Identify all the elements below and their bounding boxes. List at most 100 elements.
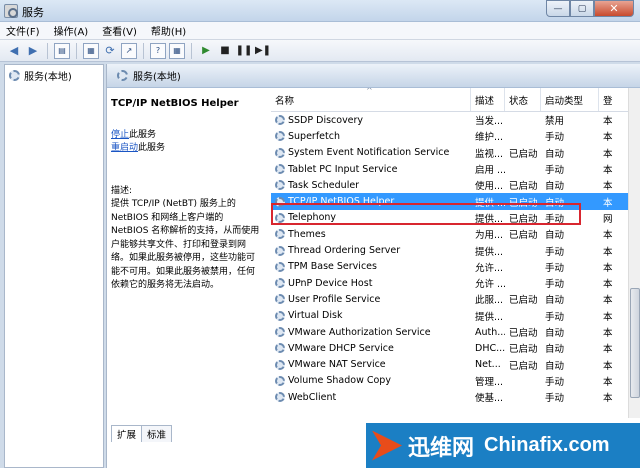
service-name-cell: TPM Base Services — [271, 261, 471, 272]
service-name: Thread Ordering Server — [288, 245, 401, 257]
menu-view[interactable]: 查看(V) — [102, 23, 137, 38]
service-row[interactable]: User Profile Service 此服... 已启动 自动本 — [271, 291, 640, 307]
description-line: 能不可用。如果此服务被禁用，任何 — [111, 266, 256, 277]
description-line: 户能够共享文件、打印和登录到网 — [111, 239, 247, 250]
service-name: VMware Authorization Service — [288, 326, 431, 338]
service-row[interactable]: WebClient 使基... 手动本 — [271, 389, 640, 405]
service-detail-name: TCP/IP NetBIOS Helper — [111, 98, 239, 109]
service-startup-type-cell: 手动 — [545, 262, 565, 274]
maximize-button[interactable]: ▢ — [570, 0, 594, 17]
service-description-cell: 允许... — [475, 262, 504, 274]
service-name-cell: Themes — [271, 229, 471, 240]
pause-icon[interactable]: ❚❚ — [236, 43, 253, 59]
service-row[interactable]: Thread Ordering Server 提供... 手动本 — [271, 242, 640, 258]
gear-icon — [275, 294, 285, 305]
stop-action: 停止此服务 — [111, 129, 267, 142]
service-description-cell: Net... — [475, 359, 501, 371]
properties-icon[interactable]: ▦ — [83, 42, 99, 59]
vertical-scrollbar[interactable] — [628, 88, 640, 418]
service-name-cell: User Profile Service — [271, 294, 471, 305]
service-row[interactable]: Tablet PC Input Service 启用 ... 手动本 — [271, 161, 640, 177]
toolbar: ◀ ▶ ▤ ▦ ⟳ ↗ ? ▦ ▶ ■ ❚❚ ▶❚ — [0, 40, 640, 62]
service-description-cell: 当发... — [475, 116, 504, 128]
description-line: NetBIOS 和网络上客户端的 — [111, 212, 224, 223]
gear-icon — [275, 359, 285, 370]
console-tree-icon[interactable]: ▤ — [54, 42, 70, 59]
service-row[interactable]: Superfetch 维护... 手动本 — [271, 128, 640, 144]
service-row[interactable]: VMware DHCP Service DHC... 已启动 自动本 — [271, 340, 640, 356]
column-name[interactable]: 名称 — [271, 88, 471, 111]
stop-icon[interactable]: ■ — [217, 43, 233, 59]
back-icon[interactable]: ◀ — [6, 43, 22, 59]
service-detail: TCP/IP NetBIOS Helper 停止此服务 重启动此服务 描述: 提… — [107, 88, 271, 438]
menu-file[interactable]: 文件(F) — [6, 23, 40, 38]
gear-icon — [9, 70, 20, 81]
service-name-cell: Virtual Disk — [271, 310, 471, 321]
service-description-cell: 为用... — [475, 230, 504, 242]
service-startup-type-cell: 自动 — [545, 344, 565, 356]
nav-item-label: 服务(本地) — [24, 72, 72, 83]
nav-item-services-local[interactable]: 服务(本地) — [5, 65, 103, 86]
refresh-icon[interactable]: ⟳ — [102, 43, 118, 59]
title-bar: 服务 — ▢ ✕ — [0, 0, 640, 22]
column-status[interactable]: 状态 — [505, 88, 541, 111]
tab-extended[interactable]: 扩展 — [111, 425, 143, 442]
service-row[interactable]: Telephony 提供... 已启动 手动网 — [271, 210, 640, 226]
description-line: 依赖它的服务将无法启动。 — [111, 280, 220, 290]
start-icon[interactable]: ▶ — [198, 43, 214, 59]
service-status-cell: 已启动 — [509, 213, 538, 225]
forward-icon[interactable]: ▶ — [25, 43, 41, 59]
service-name: WebClient — [288, 391, 337, 403]
gear-icon — [275, 164, 285, 175]
service-row[interactable]: Virtual Disk 提供... 手动本 — [271, 308, 640, 324]
service-row[interactable]: TCP/IP NetBIOS Helper 提供 ... 已启动 自动本 — [271, 193, 640, 210]
view-icon[interactable]: ▦ — [169, 42, 185, 59]
restart-icon[interactable]: ▶❚ — [255, 43, 271, 59]
service-name-cell: UPnP Device Host — [271, 278, 471, 289]
scrollbar-thumb[interactable] — [630, 288, 640, 398]
service-name-cell: System Event Notification Service — [271, 147, 471, 158]
service-status-cell: 已启动 — [509, 148, 538, 160]
service-name: Themes — [288, 228, 326, 240]
column-description[interactable]: 描述 — [471, 88, 505, 111]
tab-standard[interactable]: 标准 — [141, 425, 173, 442]
service-row[interactable]: Task Scheduler 使用... 已启动 自动本 — [271, 177, 640, 193]
service-name: System Event Notification Service — [288, 147, 450, 159]
close-button[interactable]: ✕ — [594, 0, 634, 17]
gear-icon — [275, 229, 285, 240]
service-row[interactable]: Themes 为用... 已启动 自动本 — [271, 226, 640, 242]
service-row[interactable]: TPM Base Services 允许... 手动本 — [271, 259, 640, 275]
service-row[interactable]: VMware Authorization Service Auth... 已启动 自动… — [271, 324, 640, 340]
service-description-cell: DHC... — [475, 342, 505, 354]
service-name-cell: VMware Authorization Service — [271, 327, 471, 338]
gear-icon — [275, 147, 285, 158]
service-row[interactable]: System Event Notification Service 监视... 已启… — [271, 145, 640, 161]
description-line: 络。如果此服务被停用，这些功能可 — [111, 253, 256, 263]
export-icon[interactable]: ↗ — [121, 42, 137, 59]
minimize-button[interactable]: — — [546, 0, 570, 17]
service-description-cell: 启用 ... — [475, 165, 505, 177]
service-row[interactable]: Volume Shadow Copy 管理... 手动本 — [271, 373, 640, 389]
restart-link[interactable]: 重启动 — [111, 143, 138, 153]
service-startup-type-cell: 手动 — [545, 376, 565, 388]
stop-link[interactable]: 停止 — [111, 130, 129, 140]
service-description-cell: 提供... — [475, 246, 504, 258]
toolbar-separator — [47, 42, 48, 59]
menu-help[interactable]: 帮助(H) — [151, 23, 186, 38]
service-row[interactable]: VMware NAT Service Net... 已启动 自动本 — [271, 356, 640, 372]
gear-icon — [275, 115, 285, 126]
menu-action[interactable]: 操作(A) — [54, 23, 89, 38]
column-startup-type[interactable]: 启动类型 — [541, 88, 599, 111]
toolbar-separator — [143, 42, 144, 59]
services-app-icon — [4, 4, 18, 18]
service-row[interactable]: UPnP Device Host 允许 ... 手动本 — [271, 275, 640, 291]
service-startup-type-cell: 手动 — [545, 132, 565, 144]
service-description-cell: Auth... — [475, 326, 505, 338]
gear-icon — [275, 131, 285, 142]
service-row[interactable]: SSDP Discovery 当发... 禁用本 — [271, 112, 640, 128]
service-description-cell: 管理... — [475, 376, 504, 388]
service-name: Tablet PC Input Service — [288, 163, 398, 175]
service-startup-type-cell: 手动 — [545, 165, 565, 177]
service-startup-type-cell: 手动 — [545, 393, 565, 405]
help-icon[interactable]: ? — [150, 42, 166, 59]
